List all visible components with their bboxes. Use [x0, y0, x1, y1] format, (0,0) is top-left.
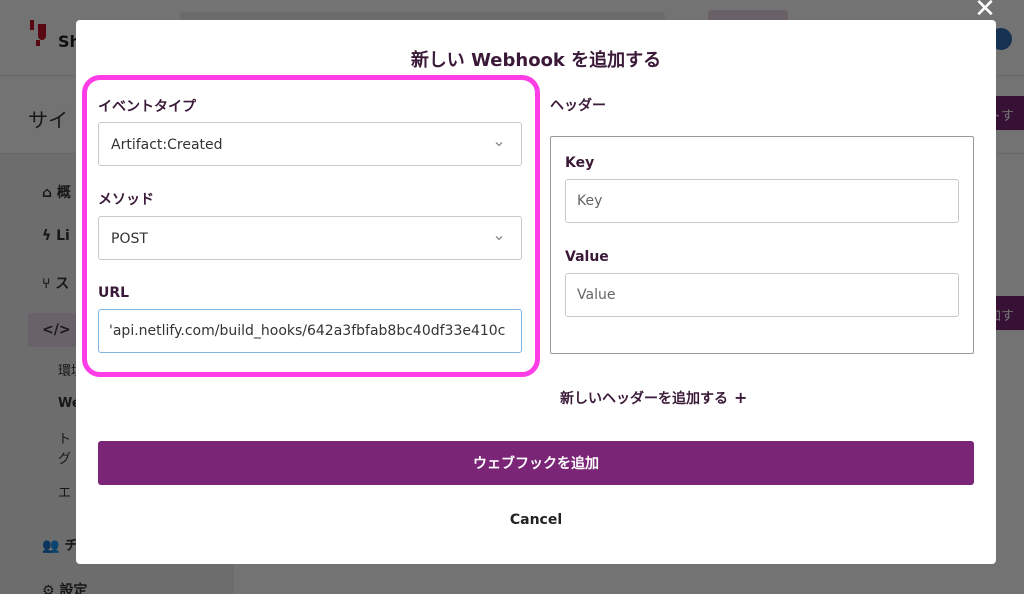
add-webhook-modal: 新しい Webhook を追加する イベントタイプ Artifact:Creat…	[76, 20, 996, 564]
event-type-select[interactable]: Artifact:Created	[98, 122, 522, 166]
add-header-button[interactable]: 新しいヘッダーを追加する +	[560, 388, 747, 408]
method-value: POST	[111, 231, 148, 247]
header-key-input[interactable]	[565, 179, 959, 223]
method-label: メソッド	[98, 192, 154, 208]
url-input[interactable]	[98, 309, 522, 353]
plus-icon: +	[734, 388, 748, 407]
close-icon[interactable]: ✕	[974, 0, 996, 22]
header-value-label: Value	[565, 249, 609, 265]
method-select[interactable]: POST	[98, 216, 522, 260]
cancel-button[interactable]: Cancel	[76, 512, 996, 528]
add-header-label: 新しいヘッダーを追加する	[560, 391, 728, 407]
add-webhook-button[interactable]: ウェブフックを追加	[98, 441, 974, 485]
event-type-label: イベントタイプ	[98, 99, 196, 115]
event-type-value: Artifact:Created	[111, 137, 223, 153]
headers-label: ヘッダー	[550, 98, 606, 114]
header-key-label: Key	[565, 155, 595, 171]
chevron-down-icon	[495, 142, 503, 147]
chevron-down-icon	[495, 236, 503, 241]
header-value-input[interactable]	[565, 273, 959, 317]
url-label: URL	[98, 285, 130, 301]
modal-title: 新しい Webhook を追加する	[410, 50, 662, 71]
headers-panel: Key Value	[550, 136, 974, 354]
